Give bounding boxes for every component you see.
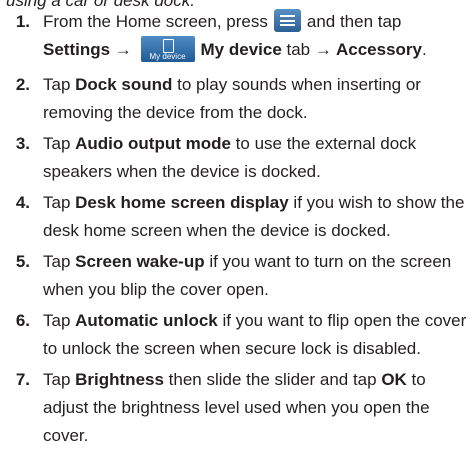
- step-text-part: Tap: [43, 252, 76, 271]
- settings-label: Settings: [43, 40, 111, 59]
- screen-wake-up-label: Screen wake-up: [75, 252, 205, 271]
- step-text: Tap Dock sound to play sounds when inser…: [43, 71, 471, 127]
- step-text-part: Tap: [43, 134, 76, 153]
- step-number: 4.: [15, 193, 30, 212]
- step-text: Tap Audio output mode to use the externa…: [43, 130, 471, 186]
- my-device-icon-label: My device: [149, 51, 186, 61]
- step-number: 7.: [15, 370, 30, 389]
- step-text-part: Tap: [43, 311, 76, 330]
- arrow-icon: →: [314, 40, 336, 59]
- desk-home-screen-display-label: Desk home screen display: [75, 193, 289, 212]
- step-number: 5.: [15, 252, 30, 271]
- my-device-tab-icon: My device: [140, 35, 195, 62]
- my-device-label: My device: [200, 40, 282, 59]
- arrow-icon: →: [110, 40, 137, 59]
- step-number: 6.: [15, 311, 30, 330]
- step-text-part: then slide the slider and tap: [163, 370, 382, 389]
- step-text: Tap Screen wake-up if you want to turn o…: [43, 248, 471, 304]
- ok-label: OK: [381, 370, 407, 389]
- step-text-part: Tap: [43, 370, 76, 389]
- step-text-part: From the Home screen, press: [43, 12, 268, 31]
- step-text: From the Home screen, press and then tap …: [43, 8, 471, 64]
- manual-page: using a car or desk dock. 1. From the Ho…: [0, 0, 472, 445]
- menu-key-icon: [273, 9, 301, 33]
- step-text-part: Tap: [43, 75, 76, 94]
- automatic-unlock-label: Automatic unlock: [75, 311, 218, 330]
- step-number: 1.: [15, 12, 30, 31]
- step-text-part: and then tap: [306, 12, 402, 31]
- accessory-label: Accessory: [335, 40, 422, 59]
- step-text: Tap Automatic unlock if you want to flip…: [43, 307, 471, 363]
- brightness-label: Brightness: [75, 370, 164, 389]
- step-text-part: tab: [281, 40, 315, 59]
- step-text-part: .: [421, 40, 427, 59]
- step-text: Tap Desk home screen display if you wish…: [43, 189, 471, 245]
- step-text: Tap Brightness then slide the slider and…: [43, 366, 471, 450]
- step-number: 2.: [15, 75, 30, 94]
- step-number: 3.: [15, 134, 30, 153]
- dock-sound-label: Dock sound: [75, 75, 173, 94]
- audio-output-mode-label: Audio output mode: [75, 134, 231, 153]
- step-text-part: Tap: [43, 193, 76, 212]
